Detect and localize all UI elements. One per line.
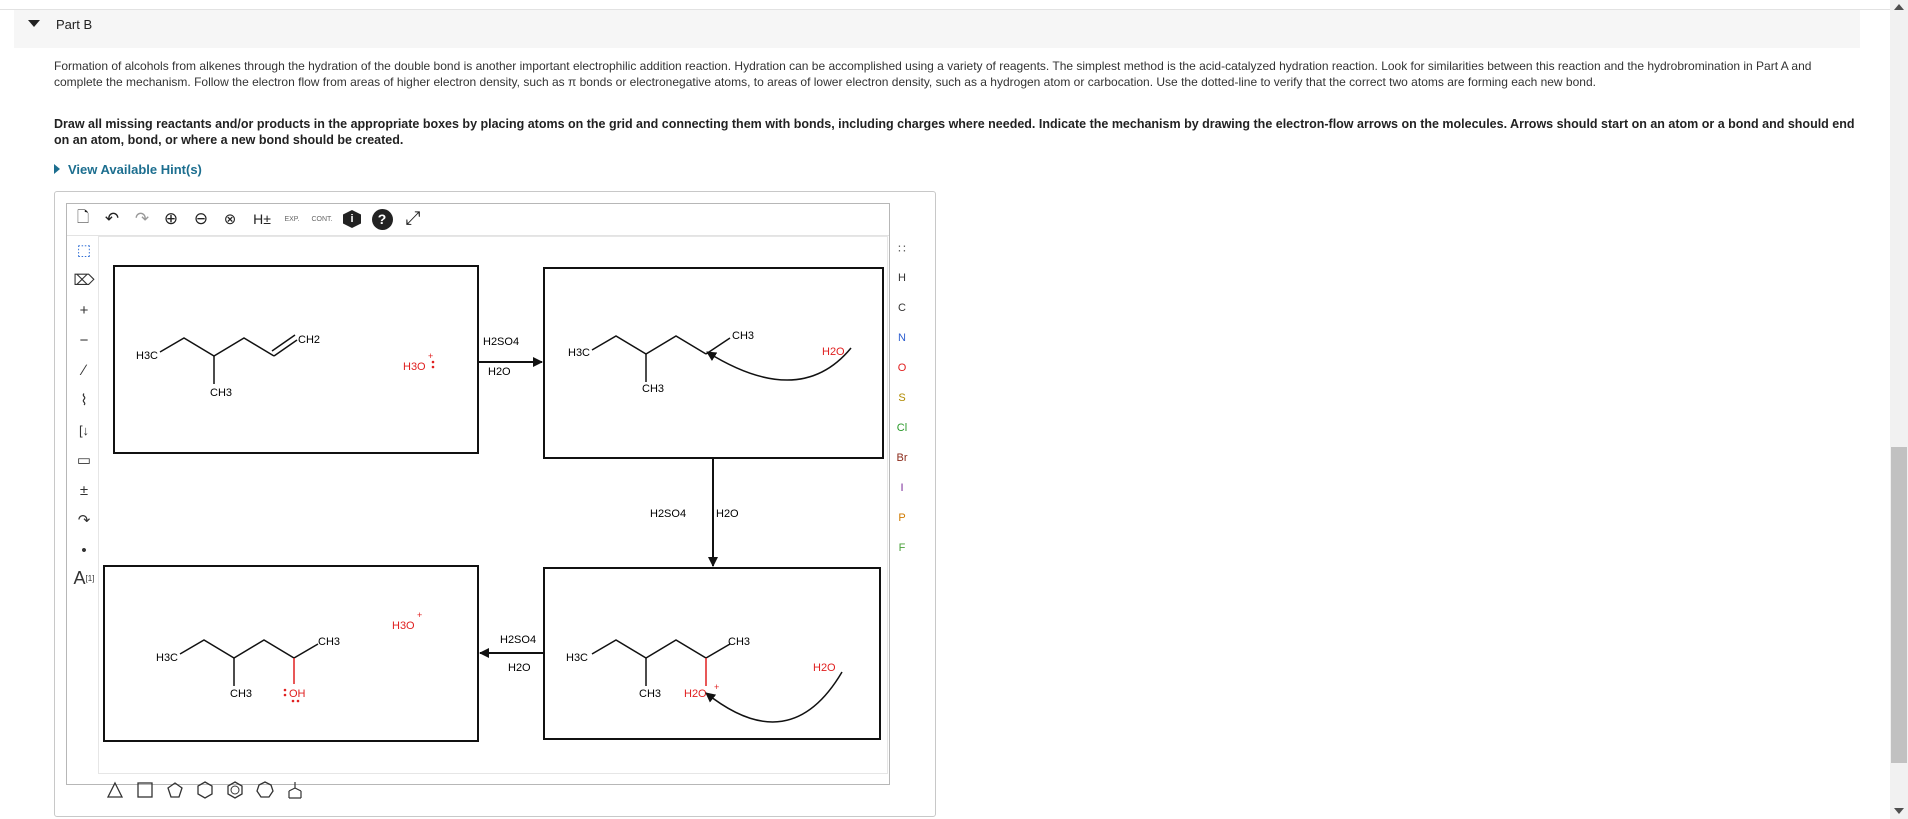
pentagon-ring-icon[interactable]	[164, 780, 185, 801]
product-h3o-charge: +	[417, 610, 422, 620]
product-skeleton	[179, 639, 319, 686]
box-intermediate-1[interactable]	[543, 267, 884, 459]
intermediate1-ch3-side: CH3	[642, 383, 664, 395]
arrow2-solvent: H2O	[716, 508, 739, 520]
reactant-ch2: CH2	[298, 334, 320, 346]
intermediate1-h3c: H3C	[568, 347, 590, 359]
mechanism-drawing: H2SO4 H2O H2SO4 H2O H2SO4 H2O H3C CH3 CH…	[103, 265, 884, 742]
reactant-h3o: H3O	[403, 361, 426, 373]
scroll-up-icon[interactable]	[1894, 4, 1904, 10]
product-h3o: H3O	[392, 620, 415, 632]
arrow2-reagent: H2SO4	[650, 508, 686, 520]
intermediate2-ch3-top: CH3	[728, 636, 750, 648]
reactant-h3o-charge: +	[428, 351, 433, 361]
box-intermediate-2[interactable]	[543, 567, 881, 740]
reactant-h3c: H3C	[136, 350, 158, 362]
hexagon-ring-icon[interactable]	[194, 780, 215, 801]
intermediate2-skeleton	[591, 639, 731, 686]
electron-flow-arrow-2	[705, 671, 843, 723]
triangle-ring-icon[interactable]	[104, 780, 125, 801]
intermediate2-h2o: H2O	[813, 662, 836, 674]
reactant-ch3: CH3	[210, 387, 232, 399]
reactant-skeleton	[159, 334, 298, 384]
arrow3-solvent: H2O	[508, 662, 531, 674]
benzene-ring-icon[interactable]	[224, 780, 245, 801]
product-h3c: H3C	[156, 652, 178, 664]
cyclohexane-chair-icon[interactable]	[284, 780, 305, 801]
product-ch3-side: CH3	[230, 688, 252, 700]
box-reactant[interactable]	[113, 265, 479, 454]
arrow1-solvent: H2O	[488, 366, 511, 378]
arrow1-reagent: H2SO4	[483, 336, 519, 348]
scroll-down-icon[interactable]	[1894, 808, 1904, 814]
arrow3-reagent: H2SO4	[500, 634, 536, 646]
intermediate2-ch3-side: CH3	[639, 688, 661, 700]
intermediate1-h2o: H2O	[822, 346, 845, 358]
reactant-h3o-lone-pair	[431, 360, 435, 369]
square-ring-icon[interactable]	[134, 780, 155, 801]
intermediate1-ch3-top: CH3	[732, 330, 754, 342]
product-ch3-top: CH3	[318, 636, 340, 648]
scrollbar-thumb[interactable]	[1891, 447, 1907, 763]
intermediate2-oxonium: H2O	[684, 688, 707, 700]
intermediate2-h3c: H3C	[566, 652, 588, 664]
heptagon-ring-icon[interactable]	[254, 780, 275, 801]
intermediate1-skeleton	[591, 335, 731, 382]
ring-templates	[104, 778, 305, 802]
product-oh: OH	[289, 688, 306, 700]
intermediate2-oxonium-charge: +	[714, 682, 719, 692]
